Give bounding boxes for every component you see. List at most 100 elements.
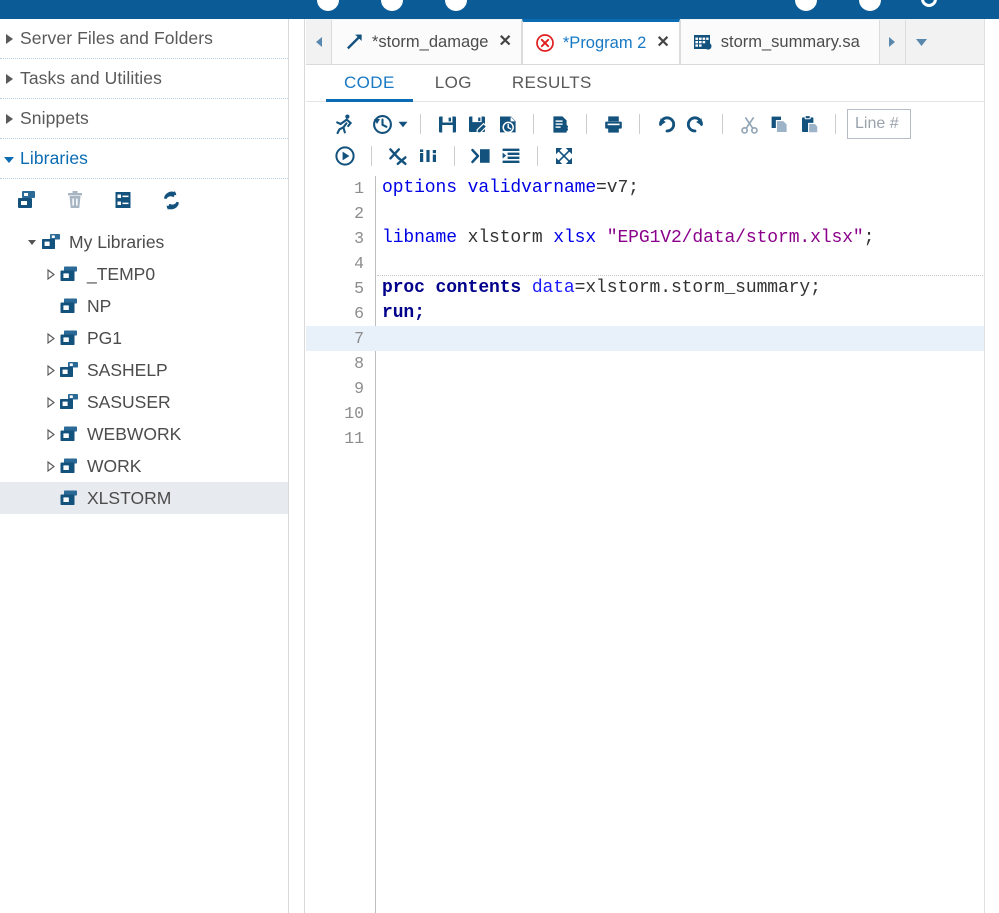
circle-icon[interactable] [381,0,403,11]
tree-node-np[interactable]: NP [0,290,288,322]
save-icon[interactable] [432,109,462,139]
code-token: options [382,178,468,198]
line-number: 1 [354,179,364,198]
circle-icon[interactable] [317,0,339,11]
run-history-caret-icon[interactable] [397,121,409,128]
toolbar-divider [533,114,534,134]
library-icon [58,264,80,284]
code-line[interactable]: 10 [306,401,999,426]
circle-icon[interactable] [445,0,467,11]
tree-node-sasuser[interactable]: SASUSER [0,386,288,418]
tabstrip-scroll-right-button[interactable] [879,20,905,64]
table-data-icon [692,31,714,53]
save-with-options-icon[interactable] [492,109,522,139]
twisty-expanded-icon[interactable] [24,237,40,247]
twisty-collapsed-icon[interactable] [42,396,58,408]
application-header-icons [0,0,999,15]
maximize-view-icon[interactable] [549,141,579,171]
twisty-collapsed-icon[interactable] [42,364,58,376]
code-line[interactable]: 6 run; [306,301,999,326]
line-number: 3 [354,229,364,248]
code-line[interactable]: 7 [306,326,999,351]
tree-node-pg1[interactable]: PG1 [0,322,288,354]
sidebar-item-label: Server Files and Folders [20,28,214,48]
copy-icon[interactable] [764,109,794,139]
tab-program-2[interactable]: *Program 2 ✕ [521,19,680,64]
tree-node-label: My Libraries [69,231,165,252]
tab-label: *storm_damage [372,32,489,51]
twisty-collapsed-icon[interactable] [42,460,58,472]
tab-close-icon[interactable]: ✕ [656,35,669,51]
tab-results[interactable]: RESULTS [492,65,612,101]
twisty-collapsed-icon[interactable] [42,428,58,440]
sidebar-item-tasks-and-utilities[interactable]: Tasks and Utilities [0,59,288,99]
undo-icon[interactable] [651,109,681,139]
code-line[interactable]: 2 [306,201,999,226]
code-line[interactable]: 4 [306,251,999,276]
paste-icon[interactable] [794,109,824,139]
circle-icon[interactable] [859,0,881,11]
tabstrip-scroll-left-button[interactable] [306,20,331,64]
redo-icon[interactable] [681,109,711,139]
sidebar-item-server-files-and-folders[interactable]: Server Files and Folders [0,19,288,59]
circle-icon[interactable] [795,0,817,11]
tabstrip-menu-button[interactable] [904,20,938,64]
sidebar-item-libraries[interactable]: Libraries [0,139,288,179]
run-icon[interactable] [330,109,360,139]
tree-node-label: NP [87,295,112,316]
properties-icon[interactable] [545,109,575,139]
local-submit-icon[interactable] [330,141,360,171]
tab-code[interactable]: CODE [324,65,415,102]
format-code-icon[interactable] [496,141,526,171]
editor-vertical-scrollbar-track[interactable] [984,19,999,913]
library-icon [58,488,80,508]
tab-close-icon[interactable]: ✕ [498,34,511,50]
delete-library-icon[interactable] [62,187,88,213]
code-editor[interactable]: 1 options validvarname=v7; 2 3 libname xlsto… [306,176,999,913]
tab-log[interactable]: LOG [415,65,492,101]
tab-label: *Program 2 [562,33,647,52]
twisty-collapsed-icon[interactable] [42,268,58,280]
library-group-icon [58,360,80,380]
code-lines-container: 1 options validvarname=v7; 2 3 libname xlsto… [306,176,999,451]
run-history-icon[interactable] [367,109,397,139]
tab-storm-summary[interactable]: storm_summary.sa [679,20,880,64]
refresh-icon[interactable] [158,187,184,213]
tree-node-webwork[interactable]: WEBWORK [0,418,288,450]
code-line[interactable]: 11 [306,426,999,451]
analyze-program-icon[interactable] [413,141,443,171]
chevron-down-icon [2,153,16,165]
tree-node-xlstorm[interactable]: XLSTORM [0,482,288,514]
toolbar-divider [586,114,587,134]
twisty-collapsed-icon[interactable] [42,332,58,344]
editor-toolbar-row-2 [306,140,999,172]
tree-node-_temp0[interactable]: _TEMP0 [0,258,288,290]
code-line[interactable]: 5 proc contents data=xlstorm.storm_summar… [306,276,999,301]
line-number-input[interactable] [847,109,911,139]
code-line-text: libname xlstorm xlsx "EPG1V2/data/storm.… [382,226,874,251]
line-number: 5 [354,279,364,298]
tab-storm-damage[interactable]: *storm_damage ✕ [331,20,522,64]
clear-all-icon[interactable] [383,141,413,171]
code-line[interactable]: 9 [306,376,999,401]
toolbar-divider [420,114,421,134]
tree-node-sashelp[interactable]: SASHELP [0,354,288,386]
line-number: 9 [354,379,364,398]
chevron-right-icon [2,73,16,85]
new-library-icon[interactable] [14,187,40,213]
toolbar-divider [454,146,455,166]
sidebar-item-snippets[interactable]: Snippets [0,99,288,139]
pane-splitter[interactable] [289,19,305,913]
save-as-icon[interactable] [462,109,492,139]
print-icon[interactable] [598,109,628,139]
tree-node-work[interactable]: WORK [0,450,288,482]
code-line[interactable]: 8 [306,351,999,376]
library-properties-icon[interactable] [110,187,136,213]
ring-icon[interactable] [921,0,937,7]
tree-node-my-libraries[interactable]: My Libraries [0,226,288,258]
add-snippet-icon[interactable] [466,141,496,171]
code-line[interactable]: 1 options validvarname=v7; [306,176,999,201]
cut-icon[interactable] [734,109,764,139]
code-line[interactable]: 3 libname xlstorm xlsx "EPG1V2/data/storm… [306,226,999,251]
tree-node-label: SASHELP [87,359,168,380]
